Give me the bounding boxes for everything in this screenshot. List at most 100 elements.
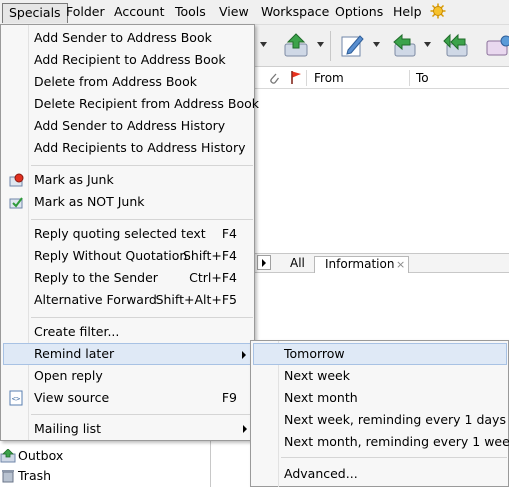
submenu-item-advanced[interactable]: Advanced... <box>253 463 507 485</box>
tab-all[interactable]: All <box>290 256 305 272</box>
menu-item-remind-later[interactable]: Remind later <box>3 343 253 365</box>
chevron-right-icon <box>262 259 266 267</box>
menu-item-reply-without-quotation[interactable]: Reply Without Quotation Shift+F4 <box>3 245 253 267</box>
menu-item-label: Advanced... <box>284 466 358 481</box>
submenu-item-next-month-every-1-weeks[interactable]: Next month, reminding every 1 weeks <box>253 431 509 453</box>
menu-item-delete-from-address-book[interactable]: Delete from Address Book <box>3 71 253 93</box>
tab-information-label: Information <box>325 257 395 271</box>
column-separator <box>409 70 410 86</box>
submenu-item-next-week[interactable]: Next week <box>253 365 507 387</box>
menu-item-label: Mark as NOT Junk <box>34 194 145 209</box>
send-receive-icon[interactable] <box>282 32 310 58</box>
column-separator <box>306 70 307 86</box>
toolbar-separator <box>330 31 331 61</box>
menu-item-create-filter[interactable]: Create filter... <box>3 321 253 343</box>
menu-specials[interactable]: Specials <box>2 3 68 23</box>
menu-item-label: Mark as Junk <box>34 172 114 187</box>
attachment-icon[interactable] <box>268 71 280 85</box>
menu-separator <box>31 165 253 166</box>
menu-separator <box>31 219 253 220</box>
menu-help[interactable]: Help <box>387 3 428 23</box>
menu-item-reply-to-sender[interactable]: Reply to the Sender Ctrl+F4 <box>3 267 253 289</box>
menu-item-label: Add Recipient to Address Book <box>34 52 226 67</box>
menu-item-label: Open reply <box>34 368 103 383</box>
toolbar <box>254 25 509 67</box>
chevron-down-icon[interactable] <box>373 42 380 47</box>
tab-information[interactable]: Information × <box>314 256 409 273</box>
folder-label: Outbox <box>18 448 64 463</box>
menu-item-open-reply[interactable]: Open reply <box>3 365 253 387</box>
forward-icon[interactable] <box>484 32 509 58</box>
menu-separator <box>31 414 253 415</box>
menu-item-label: Next month, reminding every 1 weeks <box>284 434 509 449</box>
menu-item-label: Add Sender to Address History <box>34 118 226 133</box>
menu-item-add-sender-address-history[interactable]: Add Sender to Address History <box>3 115 253 137</box>
menu-item-label: Next week <box>284 368 350 383</box>
menu-item-mark-junk[interactable]: Mark as Junk <box>3 169 253 191</box>
menu-item-shortcut: Shift+Alt+F5 <box>155 292 237 307</box>
menu-separator <box>31 317 253 318</box>
junk-icon <box>9 173 24 187</box>
menu-account[interactable]: Account <box>108 3 170 23</box>
menu-item-alternative-forward[interactable]: Alternative Forward Shift+Alt+F5 <box>3 289 253 311</box>
menu-item-add-recipients-address-history[interactable]: Add Recipients to Address History <box>3 137 253 159</box>
menu-item-label: Reply to the Sender <box>34 270 158 285</box>
compose-icon[interactable] <box>338 32 366 58</box>
menu-options[interactable]: Options <box>329 3 389 23</box>
reply-icon[interactable] <box>390 32 418 58</box>
submenu-item-next-week-every-1-days[interactable]: Next week, reminding every 1 days <box>253 409 507 431</box>
svg-text:<>: <> <box>12 395 20 403</box>
message-tabs: All Information × <box>254 253 509 273</box>
menu-item-shortcut: F9 <box>221 390 237 405</box>
menu-item-label: Next week, reminding every 1 days <box>284 412 506 427</box>
submenu-item-next-month[interactable]: Next month <box>253 387 507 409</box>
column-from[interactable]: From <box>314 70 344 86</box>
menu-item-label: Tomorrow <box>284 346 345 361</box>
tab-scroll-button[interactable] <box>257 255 271 270</box>
menu-item-label: Alternative Forward <box>34 292 157 307</box>
not-junk-icon <box>9 197 23 209</box>
chevron-right-icon <box>243 425 247 433</box>
menu-item-label: Remind later <box>34 346 115 361</box>
pane-divider <box>210 440 211 487</box>
reply-all-icon[interactable] <box>442 32 470 58</box>
close-icon[interactable]: × <box>396 257 405 272</box>
menu-item-label: Reply quoting selected text <box>34 226 206 241</box>
menu-item-delete-recipient-address-book[interactable]: Delete Recipient from Address Book <box>3 93 259 115</box>
message-list-header: From To <box>254 67 509 89</box>
trash-icon <box>2 470 14 483</box>
flag-icon[interactable] <box>290 70 302 85</box>
outbox-icon <box>0 449 16 463</box>
menu-item-label: Create filter... <box>34 324 120 339</box>
menu-item-shortcut: Ctrl+F4 <box>189 270 237 285</box>
chevron-down-icon[interactable] <box>317 42 324 47</box>
menu-item-label: Add Sender to Address Book <box>34 30 212 45</box>
menu-item-shortcut: F4 <box>221 226 237 241</box>
menu-item-add-sender-address-book[interactable]: Add Sender to Address Book <box>3 27 253 49</box>
sun-icon[interactable] <box>430 3 446 19</box>
chevron-down-icon[interactable] <box>424 42 431 47</box>
menu-item-reply-quoting[interactable]: Reply quoting selected text F4 <box>3 223 253 245</box>
chevron-right-icon <box>242 351 246 359</box>
column-to[interactable]: To <box>416 70 429 86</box>
remind-later-submenu: Tomorrow Next week Next month Next week,… <box>250 340 509 487</box>
menu-folder[interactable]: Folder <box>60 3 111 23</box>
chevron-down-icon[interactable] <box>260 42 267 47</box>
menu-item-mark-not-junk[interactable]: Mark as NOT Junk <box>3 191 253 213</box>
menu-item-label: Delete from Address Book <box>34 74 197 89</box>
menu-tools[interactable]: Tools <box>169 3 212 23</box>
menu-item-label: Delete Recipient from Address Book <box>34 96 260 111</box>
menu-bar: Specials Folder Account Tools View Works… <box>0 0 509 25</box>
menu-item-label: Next month <box>284 390 358 405</box>
submenu-item-tomorrow[interactable]: Tomorrow <box>253 343 507 365</box>
menu-item-view-source[interactable]: <> View source F9 <box>3 387 253 409</box>
menu-item-label: Add Recipients to Address History <box>34 140 246 155</box>
menu-item-mailing-list[interactable]: Mailing list <box>3 418 253 440</box>
menu-view[interactable]: View <box>213 3 255 23</box>
menu-workspace[interactable]: Workspace <box>255 3 335 23</box>
menu-item-shortcut: Shift+F4 <box>182 248 237 263</box>
menu-item-label: Mailing list <box>34 421 102 436</box>
menu-item-add-recipient-address-book[interactable]: Add Recipient to Address Book <box>3 49 253 71</box>
menu-item-label: Reply Without Quotation <box>34 248 188 263</box>
source-code-icon: <> <box>9 390 23 406</box>
